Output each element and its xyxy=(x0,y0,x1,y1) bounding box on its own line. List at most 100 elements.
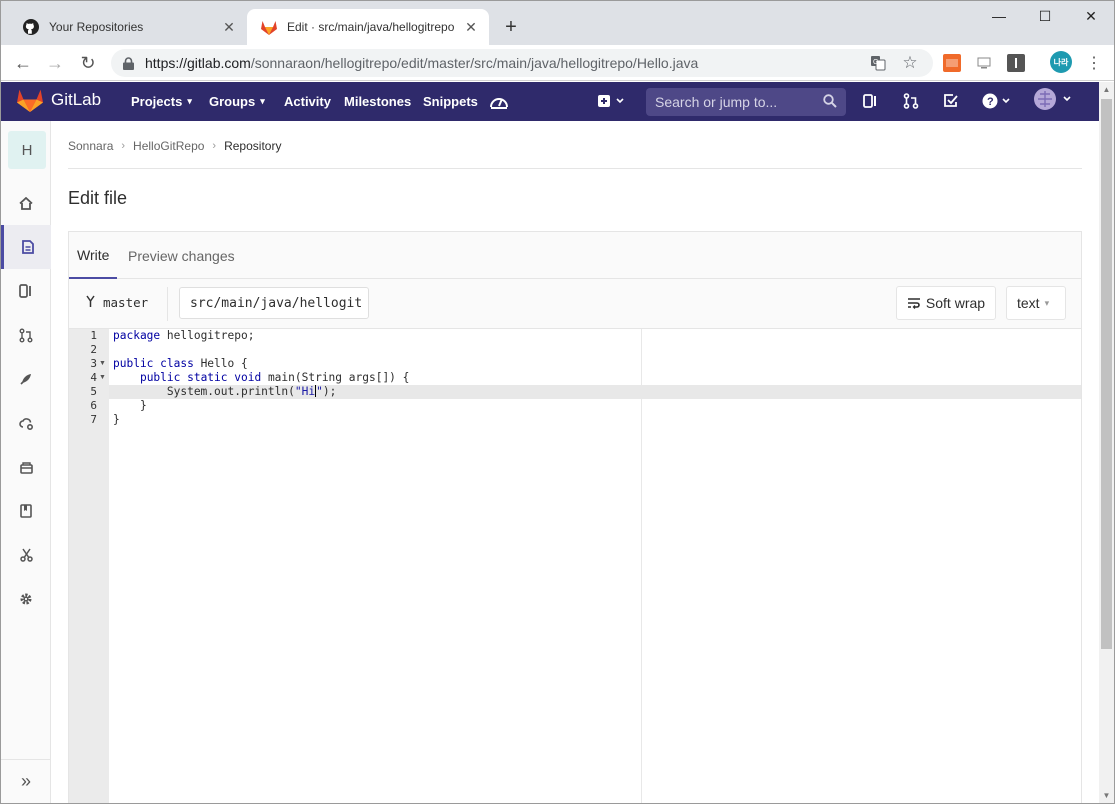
merge-requests-icon[interactable] xyxy=(903,91,919,111)
nav-milestones[interactable]: Milestones xyxy=(344,82,411,121)
dashboard-gauge-icon[interactable] xyxy=(489,91,509,111)
gear-icon xyxy=(20,593,32,605)
browser-menu-icon[interactable]: ⋮ xyxy=(1082,51,1106,75)
browser-toolbar: ← → ↻ https://gitlab.com/sonnaraon/hello… xyxy=(1,45,1114,81)
sidebar-item-packages[interactable] xyxy=(1,445,51,489)
browser-tab-repositories[interactable]: Your Repositories ✕ xyxy=(9,9,247,45)
help-icon[interactable]: ? xyxy=(982,91,1012,111)
lock-icon xyxy=(123,56,137,70)
svg-text:?: ? xyxy=(987,96,994,108)
code-line: } xyxy=(113,399,147,412)
package-icon xyxy=(19,461,33,474)
gitlab-home-link[interactable]: GitLab xyxy=(17,88,101,112)
breadcrumb-hellogitrepo[interactable]: HelloGitRepo xyxy=(133,139,204,153)
new-item-plus-icon[interactable] xyxy=(598,91,626,111)
project-avatar[interactable]: H xyxy=(8,131,46,169)
code-line: System.out.println("Hi"); xyxy=(113,385,337,398)
reload-icon[interactable]: ↻ xyxy=(76,51,100,75)
url-host: https://gitlab.com xyxy=(145,55,251,71)
sidebar-item-ci-cd[interactable] xyxy=(1,357,51,401)
search-input[interactable]: Search or jump to... xyxy=(646,88,846,116)
ext-screen-icon[interactable] xyxy=(975,54,993,72)
nav-projects[interactable]: Projects ▾ xyxy=(131,82,192,121)
project-sidebar: H » xyxy=(1,121,51,803)
line-number: 3 xyxy=(90,357,97,370)
sidebar-item-issues[interactable] xyxy=(1,269,51,313)
ext-info-icon[interactable] xyxy=(1007,54,1025,72)
nav-activity[interactable]: Activity xyxy=(284,82,331,121)
svg-text:G: G xyxy=(873,59,878,66)
todos-icon[interactable] xyxy=(943,91,959,111)
breadcrumb-sonnara[interactable]: Sonnara xyxy=(68,139,113,153)
gitlab-brand: GitLab xyxy=(51,90,102,109)
tab-strip: Your Repositories ✕ Edit · src/main/java… xyxy=(1,1,1114,45)
ext-orange-icon[interactable] xyxy=(943,54,961,72)
line-number: 6 xyxy=(90,399,97,412)
branch-icon xyxy=(86,295,95,310)
maximize-icon[interactable]: ☐ xyxy=(1022,1,1068,31)
document-icon xyxy=(21,240,34,254)
user-avatar[interactable] xyxy=(1034,88,1074,110)
line-number: 4 xyxy=(90,371,97,384)
nav-snippets[interactable]: Snippets xyxy=(423,82,478,121)
bookmark-star-icon[interactable]: ☆ xyxy=(901,53,919,72)
sidebar-item-wiki[interactable] xyxy=(1,489,51,533)
new-tab-icon[interactable]: + xyxy=(499,15,523,39)
chevron-down-icon: ▾ xyxy=(187,96,192,106)
scroll-up-arrow-icon[interactable]: ▲ xyxy=(1102,85,1111,94)
code-line: public static void main(String args[]) { xyxy=(139,371,410,384)
breadcrumb: Sonnara › HelloGitRepo › Repository xyxy=(68,138,281,154)
sidebar-item-repository[interactable] xyxy=(1,225,51,269)
sidebar-item-settings[interactable] xyxy=(1,577,51,621)
search-icon xyxy=(823,94,837,111)
code-line: } xyxy=(113,413,120,426)
branch-name: master xyxy=(86,295,148,310)
merge-request-icon xyxy=(19,328,33,342)
translate-icon[interactable]: G xyxy=(869,54,887,72)
file-path-input[interactable]: src/main/java/hellogit xyxy=(179,287,369,319)
issues-icon[interactable] xyxy=(863,91,879,111)
print-margin xyxy=(641,329,642,803)
tab-preview-changes[interactable]: Preview changes xyxy=(128,232,235,279)
browser-tab-edit[interactable]: Edit · src/main/java/hellogitrepo ✕ xyxy=(247,9,489,45)
profile-avatar[interactable]: 나라 xyxy=(1050,51,1072,73)
chevron-down-icon: ▾ xyxy=(260,96,265,106)
divider xyxy=(167,287,168,321)
scroll-down-arrow-icon[interactable]: ▼ xyxy=(1102,791,1111,800)
fold-arrow-icon[interactable]: ▼ xyxy=(99,357,106,371)
editor-toolbar: master src/main/java/hellogit Soft wrap … xyxy=(69,279,1081,329)
line-number: 1 xyxy=(90,329,97,342)
back-icon[interactable]: ← xyxy=(11,51,35,75)
sidebar-item-merge-requests[interactable] xyxy=(1,313,51,357)
code-line: public class Hello { xyxy=(113,357,248,370)
scrollbar-thumb[interactable] xyxy=(1101,99,1112,649)
forward-icon[interactable]: → xyxy=(43,51,67,75)
sidebar-item-project-home[interactable] xyxy=(1,181,51,225)
chevron-down-icon: ▾ xyxy=(1044,297,1050,308)
line-number: 5 xyxy=(90,385,97,398)
nav-groups[interactable]: Groups ▾ xyxy=(209,82,265,121)
breadcrumb-repository[interactable]: Repository xyxy=(224,139,281,153)
sidebar-item-operations[interactable] xyxy=(1,401,51,445)
minimize-icon[interactable]: — xyxy=(976,1,1022,31)
sidebar-item-snippets[interactable] xyxy=(1,533,51,577)
editor-tabs: Write Preview changes xyxy=(69,232,1081,279)
url-path: /sonnaraon/hellogitrepo/edit/master/src/… xyxy=(250,55,699,71)
fold-arrow-icon[interactable]: ▼ xyxy=(99,371,106,385)
close-tab-icon[interactable]: ✕ xyxy=(221,19,237,35)
code-line: package hellogitrepo; xyxy=(113,329,255,342)
gitlab-header: GitLab Projects ▾ Groups ▾ Activity Milest… xyxy=(1,82,1099,121)
tab-write[interactable]: Write xyxy=(69,232,118,279)
address-bar[interactable]: https://gitlab.com/sonnaraon/hellogitrep… xyxy=(111,49,933,77)
soft-wrap-button[interactable]: Soft wrap xyxy=(896,286,996,320)
page-scrollbar[interactable]: ▲ ▼ xyxy=(1099,82,1114,803)
github-icon xyxy=(23,19,39,35)
line-number: 2 xyxy=(90,343,97,356)
close-tab-icon[interactable]: ✕ xyxy=(463,19,479,35)
gitlab-icon xyxy=(261,19,277,35)
language-select[interactable]: text ▾ xyxy=(1006,286,1066,320)
collapse-sidebar-icon[interactable]: » xyxy=(1,759,51,803)
close-window-icon[interactable]: ✕ xyxy=(1068,1,1114,31)
rocket-icon xyxy=(20,374,31,385)
code-editor[interactable]: 1 2 3 ▼ 4 ▼ 5 6 7 package hellogitrepo; … xyxy=(69,329,1081,803)
